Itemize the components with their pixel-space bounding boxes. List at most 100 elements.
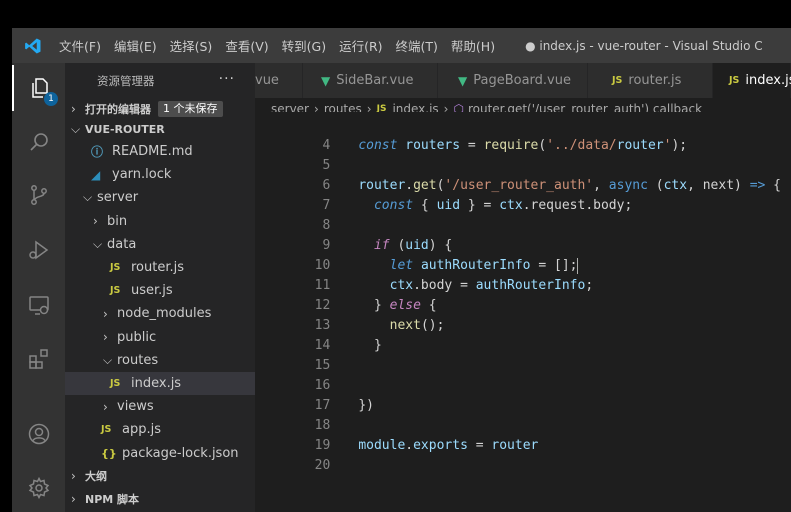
tab-label: PageBoard.vue (473, 73, 571, 88)
window-title: ● index.js - vue-router - Visual Studio … (525, 38, 763, 53)
tree-item-label: package-lock.json (122, 445, 239, 461)
open-editors-label: 打开的编辑器 (85, 102, 151, 116)
npm-scripts-section[interactable]: › NPM 脚本 (65, 488, 255, 511)
tree-item-label: app.js (122, 422, 161, 438)
info-icon: ⓘ (91, 145, 104, 160)
tab-pageboard-vue[interactable]: ▼ PageBoard.vue (438, 63, 588, 98)
tree-item-label: data (107, 236, 137, 252)
javascript-file-icon: JS (110, 377, 121, 389)
code-line: 4 const routers = require('../data/router… (255, 116, 791, 153)
chevron-right-icon: › (71, 492, 76, 507)
tab-sidebar-vue[interactable]: ▼ SideBar.vue (303, 63, 438, 98)
tree-item-readme[interactable]: ⓘ README.md (65, 140, 255, 163)
tab-label: SideBar.vue (336, 73, 414, 88)
code-line: 12 } else { (255, 276, 791, 313)
tree-item-label: router.js (131, 260, 185, 276)
code-line: 7 const { uid } = ctx.request.body; (255, 176, 791, 213)
code-line: 13 next(); (255, 296, 791, 333)
tree-item-router-js[interactable]: JS router.js (65, 256, 255, 279)
line-number: 20 (314, 458, 331, 473)
source-control-icon[interactable] (12, 172, 65, 218)
javascript-file-icon: JS (110, 262, 121, 274)
tree-item-yarn-lock[interactable]: ◢ yarn.lock (65, 163, 255, 186)
tree-item-label: routes (117, 352, 159, 368)
code-line: 8 (255, 196, 791, 233)
javascript-file-icon: JS (101, 424, 112, 436)
javascript-file-icon: JS (729, 75, 740, 86)
tree-item-label: node_modules (117, 306, 212, 322)
tab-label: vue (255, 73, 279, 88)
tree-folder-routes[interactable]: ⌵ routes (65, 349, 255, 372)
code-line: 17}) (255, 376, 791, 413)
tree-item-label: README.md (112, 144, 193, 160)
left-black-strip (0, 28, 12, 512)
javascript-file-icon: JS (612, 75, 623, 86)
tree-folder-data[interactable]: ⌵ data (65, 233, 255, 256)
npm-scripts-label: NPM 脚本 (85, 493, 140, 507)
tree-item-label: user.js (131, 283, 173, 299)
chevron-down-icon: ⌵ (93, 236, 103, 251)
code-editor[interactable]: 4 const routers = require('../data/router… (255, 112, 791, 512)
extensions-icon[interactable] (12, 336, 65, 382)
explorer-badge: 1 (44, 92, 58, 106)
vue-file-icon: ▼ (321, 73, 331, 88)
account-icon[interactable] (12, 411, 65, 457)
outline-section[interactable]: › 大纲 (65, 465, 255, 488)
tab-index-js[interactable]: JS index.js (713, 63, 791, 98)
tree-folder-bin[interactable]: › bin (65, 210, 255, 233)
code-line: 10 let authRouterInfo = []; (255, 236, 791, 274)
code-line: 14 } (255, 316, 791, 353)
menu-help[interactable]: 帮助(H) (446, 36, 503, 55)
tree-item-index-js[interactable]: JS index.js (65, 371, 255, 396)
menu-view[interactable]: 查看(V) (220, 36, 276, 55)
editor-tabs: vue ▼ SideBar.vue ▼ PageBoard.vue JS rou… (255, 63, 791, 98)
search-icon[interactable] (12, 119, 65, 165)
tree-item-label: yarn.lock (112, 167, 172, 183)
menu-edit[interactable]: 编辑(E) (109, 36, 165, 55)
javascript-file-icon: JS (110, 285, 121, 297)
code-line: 9 if (uid) { (255, 216, 791, 253)
menu-terminal[interactable]: 终端(T) (391, 36, 446, 55)
tab-router-js[interactable]: JS router.js (588, 63, 713, 98)
menu-file[interactable]: 文件(F) (54, 36, 109, 55)
menu-selection[interactable]: 选择(S) (165, 36, 221, 55)
chevron-right-icon: › (103, 306, 108, 321)
more-actions-icon[interactable]: ··· (219, 71, 235, 87)
unsaved-badge: 1 个未保存 (158, 100, 223, 117)
code-line: 20 (255, 436, 791, 473)
tree-folder-views[interactable]: › views (65, 395, 255, 418)
outline-label: 大纲 (85, 470, 107, 484)
tree-item-app-js[interactable]: JS app.js (65, 418, 255, 441)
tab-label: index.js (745, 73, 791, 88)
tree-item-label: bin (107, 213, 128, 229)
remote-explorer-icon[interactable] (12, 282, 65, 328)
activity-bar: 1 (12, 63, 65, 512)
tree-folder-node-modules[interactable]: › node_modules (65, 302, 255, 325)
tree-item-label: public (117, 329, 157, 345)
tree-item-user-js[interactable]: JS user.js (65, 279, 255, 302)
explorer-sidebar: 资源管理器 ··· › 打开的编辑器 1 个未保存 ⌵ VUE-ROUTER ⓘ… (65, 63, 255, 512)
chevron-down-icon: ⌵ (103, 352, 113, 367)
run-debug-icon[interactable] (12, 227, 65, 273)
menu-bar: 文件(F) 编辑(E) 选择(S) 查看(V) 转到(G) 运行(R) 终端(T… (12, 28, 791, 63)
project-root-label: VUE-ROUTER (85, 123, 165, 136)
menu-run[interactable]: 运行(R) (334, 36, 390, 55)
code-line: 16 (255, 356, 791, 393)
code-line: 6 router.get('/user_router_auth', async (… (255, 156, 791, 193)
top-black-band (0, 0, 791, 28)
yarn-icon: ◢ (91, 167, 101, 182)
tree-folder-server[interactable]: ⌵ server (65, 186, 255, 209)
explorer-icon[interactable]: 1 (12, 65, 65, 111)
code-line: 5 (255, 136, 791, 173)
vscode-logo-icon (12, 28, 54, 63)
open-editors-section[interactable]: › 打开的编辑器 1 个未保存 (65, 98, 255, 119)
tree-item-package-lock-json[interactable]: {} package-lock.json (65, 441, 255, 464)
tab-partial-vue[interactable]: vue (255, 63, 303, 98)
tree-item-label: index.js (131, 375, 182, 391)
tree-folder-public[interactable]: › public (65, 326, 255, 349)
chevron-right-icon: › (103, 330, 108, 345)
settings-gear-icon[interactable] (12, 465, 65, 511)
menu-go[interactable]: 转到(G) (277, 36, 334, 55)
tab-label: router.js (628, 73, 682, 88)
project-root-section[interactable]: ⌵ VUE-ROUTER (65, 119, 255, 140)
